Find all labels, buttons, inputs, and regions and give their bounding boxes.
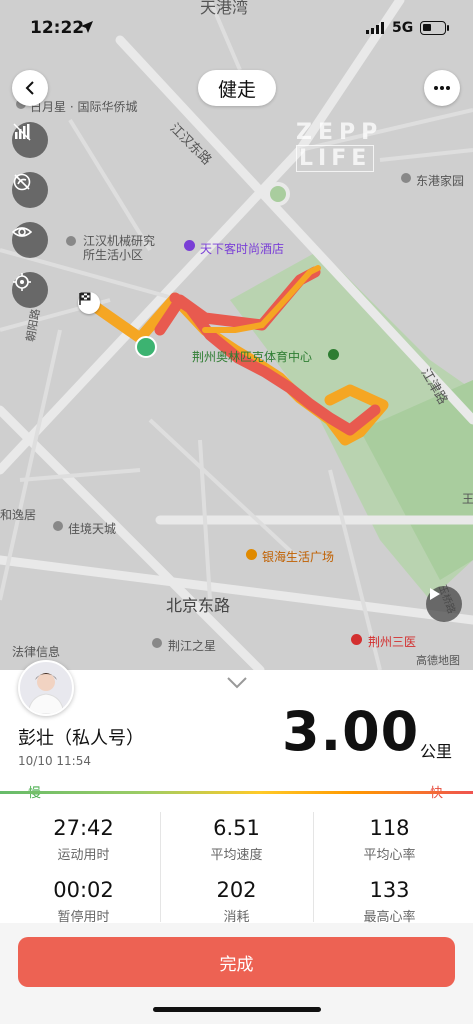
hotel-icon: [184, 240, 195, 251]
page-title: 健走: [198, 70, 276, 106]
play-icon: [430, 588, 440, 600]
divider: [160, 812, 161, 922]
user-name: 彭壮（私人号）: [18, 728, 144, 749]
signal-icon: [366, 22, 384, 34]
finish-flag-icon: [78, 292, 100, 314]
map-label-heyiju: 和逸居: [0, 508, 37, 522]
locate-icon: [13, 273, 31, 291]
poi-icon: [53, 521, 63, 531]
heatmap-toggle-button[interactable]: [12, 122, 48, 158]
hospital-icon: [351, 634, 362, 645]
map-label-sports-center: 荆州奥林匹克体育中心: [192, 350, 313, 364]
zepp-life-watermark: ZEPP LIFE: [296, 120, 473, 172]
stat-label: 运动用时: [57, 848, 110, 863]
map-label-hotel: 天下客时尚酒店: [200, 242, 285, 256]
hide-route-icon: [13, 173, 31, 191]
map-label-donggang: 东港家园: [416, 174, 465, 188]
stat-value: 00:02: [53, 878, 114, 902]
shopping-icon: [246, 549, 257, 560]
start-point-icon: [135, 336, 157, 358]
watermark-sub: LIFE: [296, 145, 375, 172]
pace-gradient-bar: [0, 791, 473, 794]
stat-duration: 27:42 运动用时: [5, 816, 162, 863]
map-label-jingjiang-star: 荆江之星: [168, 639, 217, 653]
stat-value: 27:42: [53, 816, 114, 840]
more-icon: [434, 86, 450, 90]
chevron-down-icon[interactable]: [226, 676, 248, 690]
locate-button[interactable]: [12, 272, 48, 308]
stat-value: 202: [216, 878, 257, 902]
distance-value: 3.00: [282, 700, 420, 763]
avatar: [18, 660, 74, 716]
heatmap-toggle-icon: [13, 123, 31, 141]
stats-grid: 27:42 运动用时 6.51 平均速度 118 平均心率 00:02 暂停用时…: [0, 808, 473, 925]
map-label-beijing-road: 北京东路: [166, 596, 231, 615]
visibility-button[interactable]: [12, 222, 48, 258]
replay-button[interactable]: [426, 586, 462, 622]
stat-calories: 202 消耗: [158, 878, 315, 925]
map-provider-label: 高德地图: [416, 654, 460, 667]
distance-unit: 公里: [420, 742, 453, 761]
stat-avg-heart-rate: 118 平均心率: [311, 816, 468, 863]
watermark-brand: ZEPP: [296, 120, 384, 145]
battery-icon: [420, 21, 446, 35]
eye-icon: [12, 227, 32, 237]
battery-tip: [447, 25, 449, 31]
home-indicator: [153, 1007, 321, 1012]
stat-label: 平均速度: [210, 848, 263, 863]
poi-icon: [66, 236, 76, 246]
stat-value: 133: [369, 878, 410, 902]
map-label-jiajing: 佳境天城: [68, 522, 117, 536]
map-label-yinhai: 银海生活广场: [262, 550, 335, 564]
stat-max-heart-rate: 133 最高心率: [311, 878, 468, 925]
workout-date: 10/10 11:54: [18, 754, 91, 768]
stat-avg-speed: 6.51 平均速度: [158, 816, 315, 863]
done-button[interactable]: 完成: [18, 937, 455, 987]
map-label-hospital: 荆州三医: [368, 635, 417, 649]
poi-icon: [152, 638, 162, 648]
map-label-riyuexing: 日月星 · 国际华侨城: [30, 100, 138, 114]
more-button[interactable]: [424, 70, 460, 106]
status-time: 12:22: [30, 18, 85, 38]
legal-link[interactable]: 法律信息: [12, 643, 60, 660]
stat-label: 平均心率: [363, 848, 416, 863]
stat-value: 6.51: [213, 816, 260, 840]
map-label-jianghan-machine-2: 所生活小区: [83, 248, 144, 262]
back-icon: [25, 81, 34, 95]
map-label-wang: 王: [462, 492, 473, 506]
stadium-icon: [328, 349, 339, 360]
network-type: 5G: [392, 20, 414, 36]
stat-value: 118: [369, 816, 410, 840]
hide-route-button[interactable]: [12, 172, 48, 208]
back-button[interactable]: [12, 70, 48, 106]
stat-pause-time: 00:02 暂停用时: [5, 878, 162, 925]
poi-icon: [401, 173, 411, 183]
status-bar: 12:22 5G: [0, 0, 473, 60]
divider: [313, 812, 314, 922]
location-arrow-icon: [81, 21, 93, 33]
